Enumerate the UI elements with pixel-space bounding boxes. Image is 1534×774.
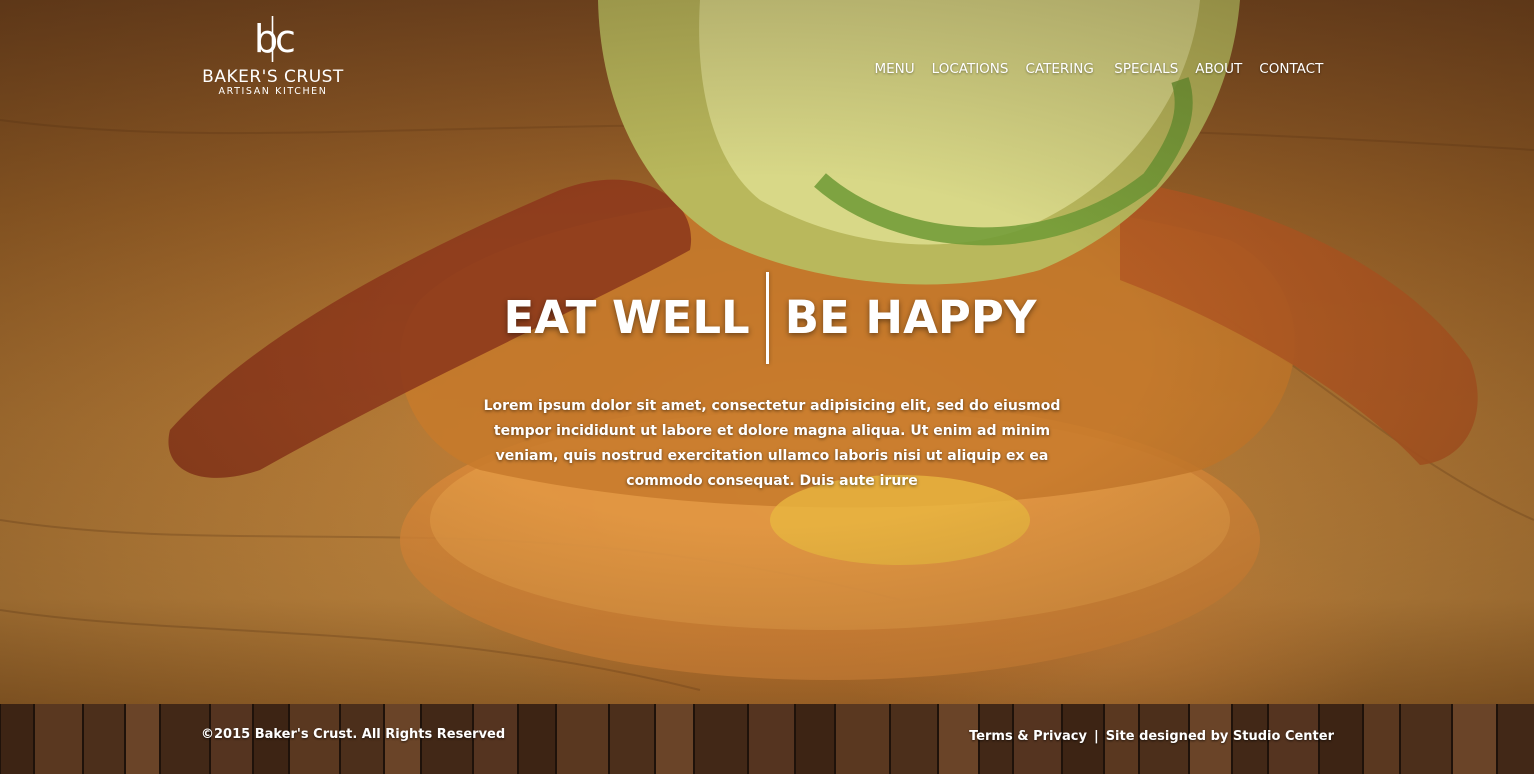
- site-footer: ©2015 Baker's Crust. All Rights Reserved…: [0, 704, 1534, 774]
- nav-item-locations[interactable]: LOCATIONS: [923, 60, 1017, 78]
- svg-text:c: c: [275, 17, 294, 61]
- nav-item-menu[interactable]: MENU: [866, 60, 923, 78]
- headline-divider: [765, 272, 769, 364]
- brand-tagline: ARTISAN KITCHEN: [218, 86, 328, 97]
- nav-item-catering[interactable]: CATERING: [1017, 60, 1102, 78]
- bc-monogram-icon: b c: [254, 16, 294, 62]
- hero-section: b c BAKER'S CRUST ARTISAN KITCHEN MENU L…: [0, 0, 1534, 704]
- terms-privacy-link[interactable]: Terms & Privacy: [969, 729, 1087, 744]
- nav-item-specials[interactable]: SPECIALS: [1102, 60, 1186, 78]
- site-credit-link[interactable]: Site designed by Studio Center: [1106, 729, 1334, 744]
- headline-left: EAT WELL: [503, 291, 750, 344]
- nav-item-about[interactable]: ABOUT: [1187, 60, 1251, 78]
- footer-separator: |: [1093, 729, 1099, 744]
- headline-right: BE HAPPY: [784, 291, 1037, 344]
- copyright-text: ©2015 Baker's Crust. All Rights Reserved: [201, 727, 506, 742]
- hero-intro-text: Lorem ipsum dolor sit amet, consectetur …: [483, 398, 1061, 489]
- brand-name: BAKER'S CRUST: [202, 67, 344, 87]
- nav-item-contact[interactable]: CONTACT: [1251, 60, 1332, 78]
- page: b c BAKER'S CRUST ARTISAN KITCHEN MENU L…: [0, 0, 1534, 774]
- brand-logo[interactable]: b c BAKER'S CRUST ARTISAN KITCHEN: [196, 12, 350, 108]
- main-nav: MENU LOCATIONS CATERING SPECIALS ABOUT C…: [866, 60, 1332, 78]
- footer-links: Terms & Privacy | Site designed by Studio …: [969, 729, 1334, 744]
- hero-headline: EAT WELL BE HAPPY: [0, 272, 1534, 364]
